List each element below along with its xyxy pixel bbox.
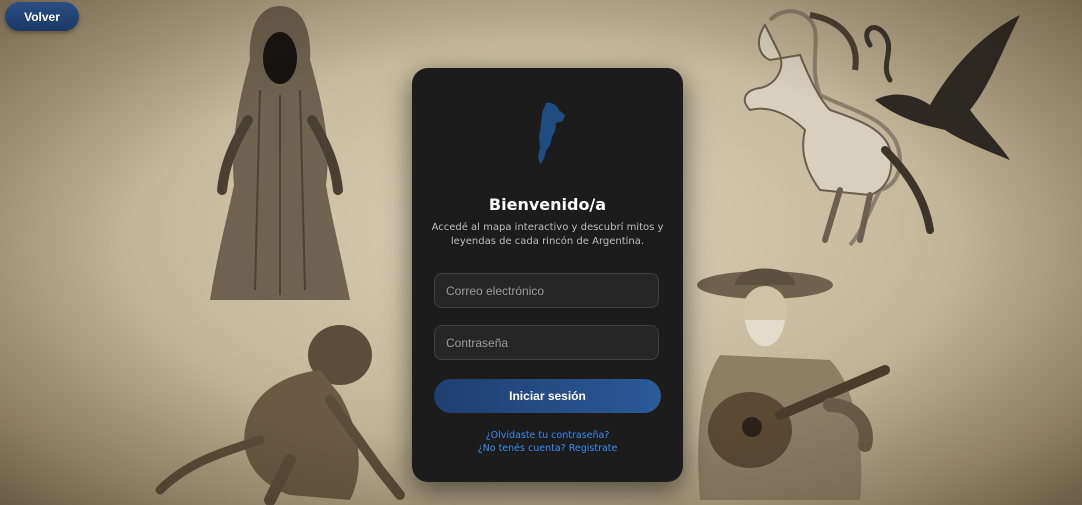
login-button[interactable]: Iniciar sesión [434,379,661,413]
forgot-password-link[interactable]: ¿Olvidaste tu contraseña? [412,430,683,441]
password-field[interactable] [434,325,659,360]
argentina-map-icon [538,102,565,164]
login-card: Bienvenido/a Accedé al mapa interactivo … [412,68,683,482]
welcome-title: Bienvenido/a [488,195,607,214]
register-link[interactable]: ¿No tenés cuenta? Registrate [412,443,683,454]
back-button[interactable]: Volver [5,2,79,31]
welcome-subtitle: Accedé al mapa interactivo y descubrí mi… [431,222,664,247]
email-field[interactable] [434,273,659,308]
